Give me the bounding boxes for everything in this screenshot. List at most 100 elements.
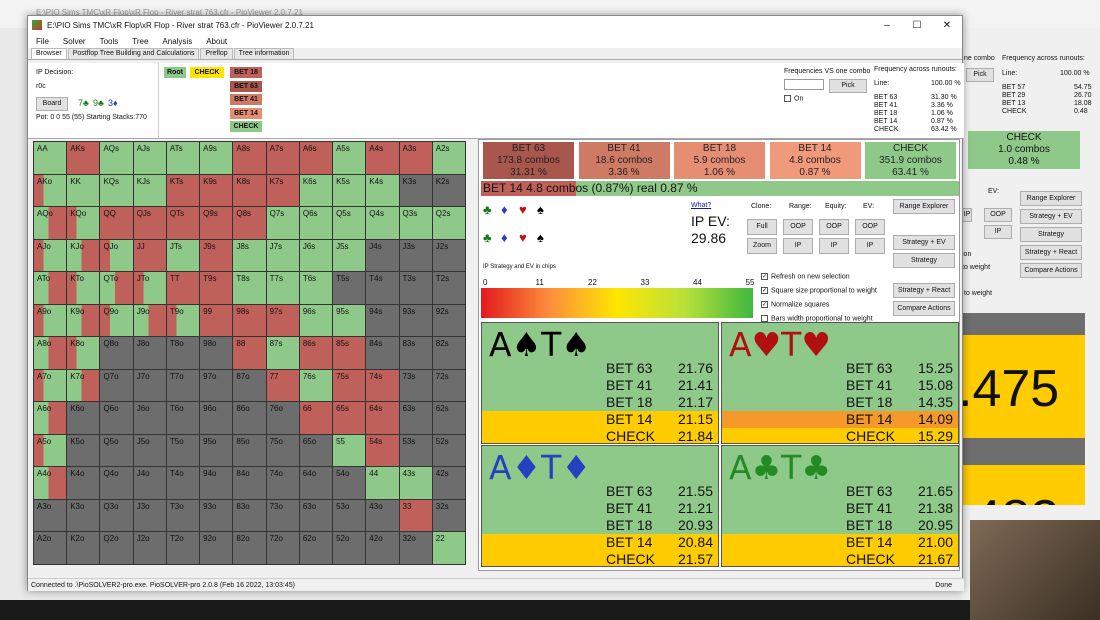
hand-cell[interactable]: AQo (34, 207, 67, 239)
hand-cell[interactable]: KK (67, 174, 100, 207)
hand-cell[interactable]: Q6o (100, 402, 133, 434)
hand-cell[interactable]: Q2s (432, 207, 465, 239)
hand-cell[interactable]: 94o (200, 467, 233, 499)
hand-cell[interactable]: K5s (333, 174, 366, 207)
hand-cell[interactable]: 62s (432, 402, 465, 434)
hand-cell[interactable]: 88 (233, 337, 266, 369)
hand-cell[interactable]: 98s (233, 304, 266, 337)
hand-cell[interactable]: 76s (299, 369, 333, 402)
bg-btn-4[interactable]: Compare Actions (1020, 263, 1082, 278)
menu-item-file[interactable]: File (36, 37, 49, 46)
hand-cell[interactable]: 82s (432, 337, 465, 369)
ev-ip-button[interactable]: IP (855, 238, 885, 254)
range-oop-button[interactable]: OOP (783, 219, 813, 235)
hand-cell[interactable]: 74s (366, 369, 399, 402)
hand-cell[interactable]: 43s (399, 467, 432, 499)
hand-cell[interactable]: 95o (200, 434, 233, 467)
heart-suit-icon[interactable]: ♥ (519, 202, 527, 217)
option-2[interactable]: ✓ Normalize squares (761, 301, 829, 308)
hand-cell[interactable]: T6o (166, 402, 200, 434)
hand-cell[interactable]: 92s (432, 304, 465, 337)
hand-cell[interactable]: KQs (100, 174, 133, 207)
hand-cell[interactable]: J5o (133, 434, 166, 467)
hand-cell[interactable]: 96s (299, 304, 333, 337)
hand-cell[interactable]: J8s (233, 239, 266, 272)
hand-cell[interactable]: Q8s (233, 207, 266, 239)
action-box-0[interactable]: BET 63 173.8 combos 31.31 % (483, 142, 574, 179)
menu-item-tools[interactable]: Tools (100, 37, 119, 46)
what-link[interactable]: What? (691, 202, 711, 209)
hand-cell[interactable]: A2s (432, 142, 465, 174)
right-btn-4[interactable]: Compare Actions (893, 301, 955, 316)
hand-cell[interactable]: T8o (166, 337, 200, 369)
hand-cell[interactable]: J7o (133, 369, 166, 402)
diamond-suit-icon[interactable]: ♦ (501, 202, 508, 217)
hand-cell[interactable]: K2o (67, 532, 100, 564)
hand-cell[interactable]: Q2o (100, 532, 133, 564)
hand-cell[interactable]: A6o (34, 402, 67, 434)
hand-cell[interactable]: T6s (299, 272, 333, 304)
hand-cell[interactable]: QJs (133, 207, 166, 239)
hand-cell[interactable]: 33 (399, 499, 432, 532)
bg-btn-0[interactable]: Range Explorer (1020, 191, 1082, 206)
hand-cell[interactable]: 54s (366, 434, 399, 467)
hand-cell[interactable]: Q3o (100, 499, 133, 532)
hand-cell[interactable]: K2s (432, 174, 465, 207)
combo-panel-3[interactable]: BET 63 21.65 BET 41 21.38 BET 18 20.95 BET 14 2… (721, 445, 959, 567)
hand-cell[interactable]: Q7s (266, 207, 299, 239)
combo-panel-0[interactable]: BET 63 21.76 BET 41 21.41 BET 18 21.17 BET 14 2… (481, 322, 719, 444)
menu-item-analysis[interactable]: Analysis (162, 37, 192, 46)
maximize-icon[interactable]: ☐ (902, 20, 932, 31)
right-btn-3[interactable]: Strategy + React (893, 283, 955, 298)
menu-item-tree[interactable]: Tree (132, 37, 148, 46)
hand-cell[interactable]: K8o (67, 337, 100, 369)
hand-cell[interactable]: Q3s (399, 207, 432, 239)
bg-btn-2[interactable]: Strategy (1020, 227, 1082, 242)
ev-oop-button[interactable]: OOP (855, 219, 885, 235)
combo-input[interactable] (784, 79, 824, 90)
hand-cell[interactable]: 87s (266, 337, 299, 369)
hand-cell[interactable]: 53o (333, 499, 366, 532)
option-0[interactable]: ✓ Refresh on new selection (761, 273, 850, 280)
hand-cell[interactable]: T7o (166, 369, 200, 402)
hand-cell[interactable]: 64o (299, 467, 333, 499)
spade-suit-icon-2[interactable]: ♠ (537, 230, 544, 245)
zoom-button[interactable]: Zoom (747, 238, 777, 254)
hand-cell[interactable]: J4s (366, 239, 399, 272)
tree-node-3[interactable]: BET 14 (230, 107, 262, 119)
hand-cell[interactable]: 72o (266, 532, 299, 564)
board-button[interactable]: Board (36, 97, 68, 111)
tab-1[interactable]: Postflop Tree Building and Calculations (67, 48, 200, 59)
hand-cell[interactable]: 93o (200, 499, 233, 532)
hand-cell[interactable]: 72s (432, 369, 465, 402)
hand-cell[interactable]: 22 (432, 532, 465, 564)
hand-cell[interactable]: TT (166, 272, 200, 304)
action-box-3[interactable]: BET 14 4.8 combos 0.87 % (769, 142, 861, 179)
hand-cell[interactable]: T4o (166, 467, 200, 499)
hand-cell[interactable]: 95s (333, 304, 366, 337)
hand-cell[interactable]: 87o (233, 369, 266, 402)
hand-cell[interactable]: Q9s (200, 207, 233, 239)
hand-cell[interactable]: KTs (166, 174, 200, 207)
tree-node-4[interactable]: CHECK (230, 121, 262, 132)
hand-cell[interactable]: J7s (266, 239, 299, 272)
tab-2[interactable]: Preflop (200, 48, 233, 59)
heart-suit-icon-2[interactable]: ♥ (519, 230, 527, 245)
hand-cell[interactable]: T9s (200, 272, 233, 304)
hand-cell[interactable]: 86o (233, 402, 266, 434)
hand-cell[interactable]: A4s (366, 142, 399, 174)
hand-cell[interactable]: A3o (34, 499, 67, 532)
bg-ip-button[interactable]: IP (962, 208, 972, 222)
hand-cell[interactable]: 83s (399, 337, 432, 369)
hand-cell[interactable]: 75o (266, 434, 299, 467)
diamond-suit-icon-2[interactable]: ♦ (501, 230, 508, 245)
hand-cell[interactable]: K9o (67, 304, 100, 337)
hand-cell[interactable]: J4o (133, 467, 166, 499)
root-node[interactable]: Root (164, 67, 186, 78)
bg-ip-button-2[interactable]: IP (984, 225, 1012, 239)
hand-cell[interactable]: 77 (266, 369, 299, 402)
option-1[interactable]: ✓ Square size proportional to weight (761, 287, 877, 294)
combo-panel-2[interactable]: BET 63 21.55 BET 41 21.21 BET 18 20.93 BET 14 2… (481, 445, 719, 567)
bg-btn-1[interactable]: Strategy + EV (1020, 209, 1082, 224)
hand-cell[interactable]: K4s (366, 174, 399, 207)
